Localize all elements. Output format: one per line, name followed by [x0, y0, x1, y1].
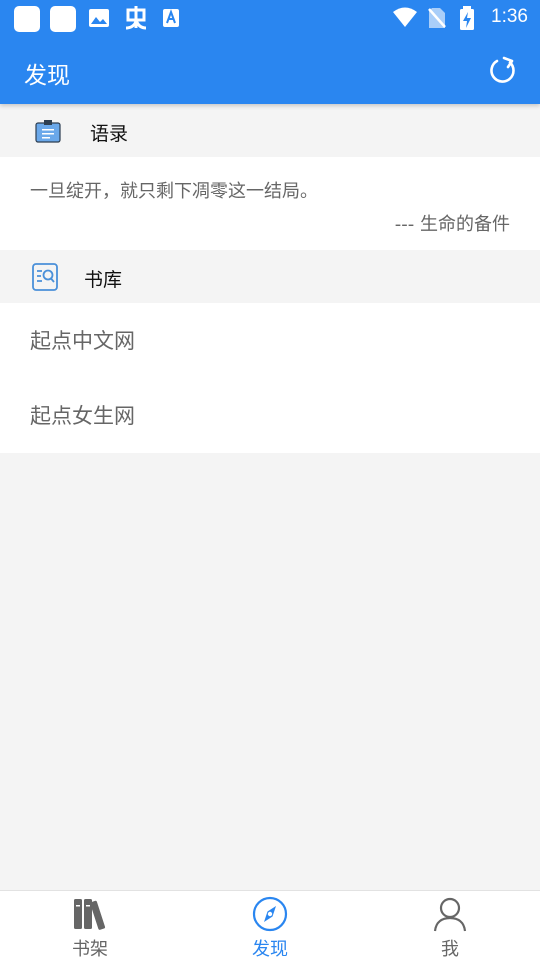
image-icon — [89, 9, 109, 27]
compass-icon — [252, 896, 288, 932]
battery-charging-icon — [460, 6, 474, 30]
page-title: 发现 — [24, 63, 70, 89]
app-icon — [14, 6, 40, 32]
book-search-icon — [32, 263, 58, 291]
person-icon — [433, 897, 467, 932]
bottom-nav: 书架 发现 我 — [0, 890, 540, 960]
quote-card[interactable]: 一旦绽开，就只剩下凋零这一结局。 --- 生命的备件 — [0, 157, 540, 250]
wifi-icon — [393, 7, 417, 27]
bookshelf-icon — [74, 899, 106, 930]
app-icon — [50, 6, 76, 32]
nav-item-discover[interactable]: 发现 — [180, 891, 360, 960]
quote-text: 一旦绽开，就只剩下凋零这一结局。 — [30, 181, 318, 202]
nav-item-bookshelf[interactable]: 书架 — [0, 891, 180, 960]
font-icon — [163, 9, 179, 27]
status-time: 1:36 — [491, 6, 528, 27]
quote-source: --- 生命的备件 — [394, 214, 510, 235]
status-bar: 1:36 — [0, 0, 540, 36]
clipboard-icon — [35, 120, 61, 143]
nav-label: 发现 — [252, 939, 288, 960]
library-list: 起点中文网 起点女生网 — [0, 303, 540, 453]
quotes-header-label: 语录 — [90, 123, 129, 145]
nav-item-me[interactable]: 我 — [360, 891, 540, 960]
notification-icon — [125, 6, 147, 30]
library-item-label: 起点女生网 — [30, 404, 135, 428]
library-section-header: 书库 — [0, 251, 540, 303]
library-header-label: 书库 — [84, 269, 123, 291]
nav-label: 我 — [441, 939, 459, 960]
library-item[interactable]: 起点女生网 — [0, 378, 540, 453]
library-item[interactable]: 起点中文网 — [0, 303, 540, 378]
refresh-icon[interactable] — [488, 56, 518, 86]
quotes-section-header: 语录 — [0, 105, 540, 157]
top-bar: 1:36 发现 — [0, 0, 540, 104]
no-sim-icon — [428, 8, 446, 28]
library-item-label: 起点中文网 — [30, 329, 135, 353]
nav-label: 书架 — [72, 939, 108, 960]
